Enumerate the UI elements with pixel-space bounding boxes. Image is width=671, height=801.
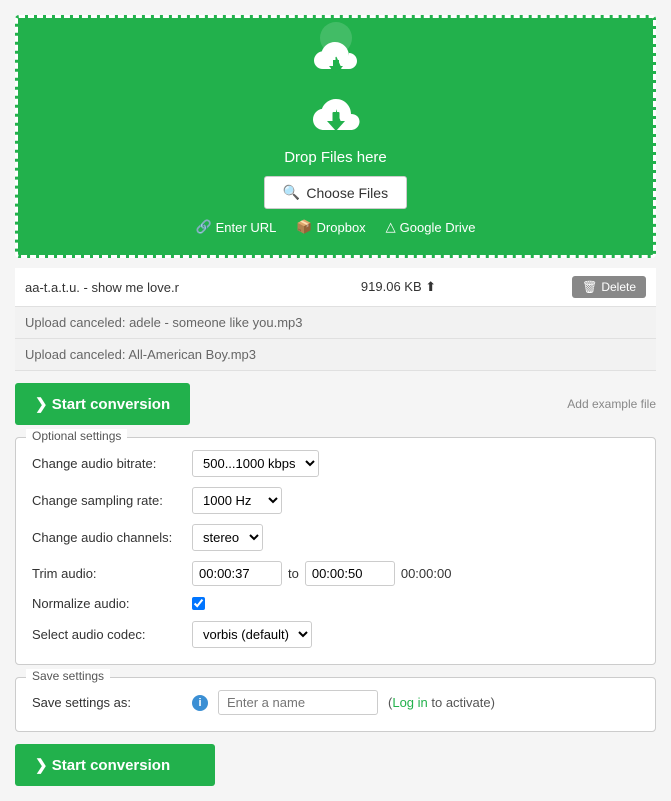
login-link[interactable]: Log in bbox=[392, 695, 427, 710]
codec-select[interactable]: vorbis (default) mp3 aac flac wav bbox=[192, 621, 312, 648]
channels-label: Change audio channels: bbox=[32, 530, 182, 545]
normalize-checkbox[interactable] bbox=[192, 597, 205, 610]
google-drive-icon: △ bbox=[386, 219, 396, 235]
normalize-label: Normalize audio: bbox=[32, 596, 182, 611]
normalize-row: Normalize audio: bbox=[32, 596, 639, 611]
save-note: (Log in to activate) bbox=[388, 695, 495, 710]
trim-to-label: to bbox=[288, 566, 299, 581]
file-size: 919.06 KB ⬆ bbox=[225, 279, 572, 295]
start-conversion-button-top[interactable]: ❯ Start conversion bbox=[15, 383, 190, 425]
add-example-link[interactable]: Add example file bbox=[567, 397, 656, 411]
optional-settings-section: Optional settings Change audio bitrate: … bbox=[15, 437, 656, 665]
dropbox-link[interactable]: 📦 Dropbox bbox=[296, 219, 365, 235]
save-name-input[interactable] bbox=[218, 690, 378, 715]
bitrate-row: Change audio bitrate: 500...1000 kbps 12… bbox=[32, 450, 639, 477]
trim-start-input[interactable] bbox=[192, 561, 282, 586]
upload-icon: ⬆ bbox=[425, 279, 436, 294]
google-drive-link[interactable]: △ Google Drive bbox=[386, 219, 476, 235]
file-item: aa-t.a.t.u. - show me love.r 919.06 KB ⬆… bbox=[15, 268, 656, 307]
sampling-select[interactable]: 1000 Hz 22050 Hz 44100 Hz 48000 Hz bbox=[192, 487, 282, 514]
delete-button[interactable]: 🗑 Delete bbox=[572, 276, 646, 298]
save-settings-row: Save settings as: i (Log in to activate) bbox=[32, 690, 639, 715]
info-icon: i bbox=[192, 695, 208, 711]
bitrate-label: Change audio bitrate: bbox=[32, 456, 182, 471]
sampling-row: Change sampling rate: 1000 Hz 22050 Hz 4… bbox=[32, 487, 639, 514]
dropbox-icon: 📦 bbox=[296, 219, 312, 235]
drop-zone[interactable]: Drop Files here 🔍 Choose Files 🔗 Enter U… bbox=[15, 15, 656, 258]
channels-select[interactable]: stereo mono bbox=[192, 524, 263, 551]
search-icon: 🔍 bbox=[283, 184, 300, 201]
codec-label: Select audio codec: bbox=[32, 627, 182, 642]
trash-icon: 🗑 bbox=[582, 280, 597, 294]
start-conversion-row-top: ❯ Start conversion Add example file bbox=[15, 383, 656, 425]
optional-settings-legend: Optional settings bbox=[26, 429, 127, 443]
sampling-label: Change sampling rate: bbox=[32, 493, 182, 508]
save-settings-section: Save settings Save settings as: i (Log i… bbox=[15, 677, 656, 732]
trim-label: Trim audio: bbox=[32, 566, 182, 581]
channels-row: Change audio channels: stereo mono bbox=[32, 524, 639, 551]
file-name: aa-t.a.t.u. - show me love.r bbox=[25, 280, 225, 295]
drop-text: Drop Files here bbox=[38, 149, 633, 166]
canceled-upload-1: Upload canceled: adele - someone like yo… bbox=[15, 307, 656, 339]
trim-row: Trim audio: to 00:00:00 bbox=[32, 561, 639, 586]
trim-end-input[interactable] bbox=[305, 561, 395, 586]
link-icon: 🔗 bbox=[195, 219, 211, 235]
codec-row: Select audio codec: vorbis (default) mp3… bbox=[32, 621, 639, 648]
save-settings-label: Save settings as: bbox=[32, 695, 182, 710]
start-conversion-button-bottom[interactable]: ❯ Start conversion bbox=[15, 744, 215, 786]
choose-files-button[interactable]: 🔍 Choose Files bbox=[264, 176, 407, 209]
bitrate-select[interactable]: 500...1000 kbps 128 kbps 192 kbps 256 kb… bbox=[192, 450, 319, 477]
trim-duration: 00:00:00 bbox=[401, 566, 452, 581]
enter-url-link[interactable]: 🔗 Enter URL bbox=[195, 219, 276, 235]
cloud-upload-icon bbox=[311, 38, 361, 86]
save-settings-legend: Save settings bbox=[26, 669, 110, 683]
canceled-upload-2: Upload canceled: All-American Boy.mp3 bbox=[15, 339, 656, 371]
